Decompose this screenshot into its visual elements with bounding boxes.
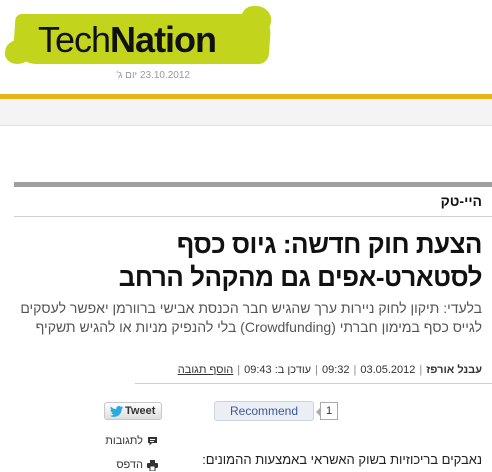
- article-headline: הצעת חוק חדשה: גיוס כסף לסטארט-אפים גם מ…: [118, 229, 483, 292]
- meta-separator: |: [315, 364, 318, 376]
- publish-date: 03.05.2012: [360, 364, 416, 376]
- meta-divider: [135, 383, 492, 384]
- updated-time: עודכן ב: 09:43: [244, 364, 312, 376]
- add-comment-link[interactable]: הוסף תגובה: [178, 364, 234, 376]
- header-date: 23.10.2012 יום ג': [116, 70, 190, 81]
- meta-separator: |: [419, 364, 423, 376]
- section-divider: [14, 216, 492, 217]
- page: TechNation 23.10.2012 יום ג' היי-טק הצעת…: [0, 0, 492, 472]
- logo-text-light: Tech: [38, 19, 111, 60]
- masthead: TechNation 23.10.2012 יום ג': [0, 0, 492, 126]
- article-top-rule: [14, 182, 492, 187]
- article-lede: בלעדי: תיקון לחוק ניירות ערך שהגיש חבר ה…: [20, 300, 482, 335]
- technation-logo[interactable]: TechNation: [12, 10, 274, 68]
- article-body-start: נאבקים בריכוזיות בשוק האשראי באמצעות ההמ…: [202, 452, 482, 467]
- section-label[interactable]: היי-טק: [441, 193, 482, 209]
- tweet-label: Tweet: [125, 405, 156, 417]
- logo-text-bold: Nation: [110, 19, 217, 60]
- meta-separator: |: [353, 364, 357, 376]
- nav-subbar: [0, 99, 492, 126]
- tweet-button[interactable]: Tweet: [104, 402, 162, 420]
- speech-bubble-icon: [148, 437, 157, 446]
- comments-tool-label: לתגובות: [105, 435, 143, 447]
- comments-tool-link[interactable]: לתגובות: [88, 434, 158, 450]
- logo-text: TechNation: [38, 19, 217, 60]
- recommend-count: 1: [316, 402, 338, 420]
- publish-time: 09:32: [321, 364, 350, 376]
- facebook-recommend-button[interactable]: Recommend: [214, 401, 314, 421]
- twitter-bird-icon: [110, 406, 123, 417]
- author-name[interactable]: עבנל אורפז: [426, 364, 482, 376]
- print-tool-link[interactable]: הדפס: [88, 458, 158, 472]
- print-tool-label: הדפס: [116, 459, 143, 471]
- article-meta: עבנל אורפז|03.05.2012|09:32|עודכן ב: 09:…: [12, 364, 482, 376]
- printer-icon: [147, 460, 158, 471]
- meta-separator: |: [237, 364, 241, 376]
